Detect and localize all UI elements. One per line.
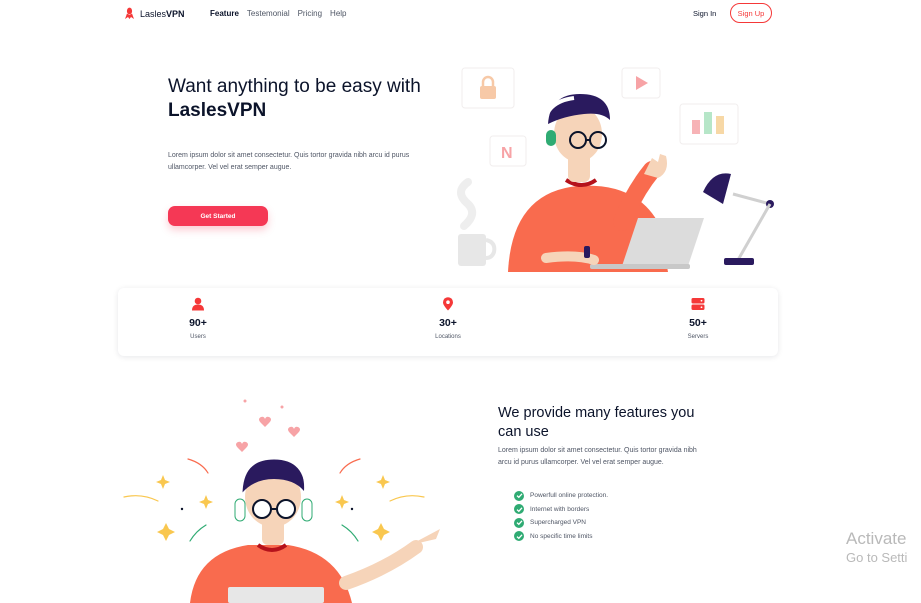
stat-locations: 30+ Locations [368,288,528,356]
get-started-button[interactable]: Get Started [168,206,268,226]
stat-servers: 50+ Servers [618,288,778,356]
stats-card: 90+ Users 30+ Locations 50+ Servers [118,288,778,356]
play-card-icon [621,67,661,99]
hero-illustration: N [457,67,774,272]
check-icon [514,517,524,528]
stat-servers-value: 50+ [689,317,707,329]
mug-icon [458,234,486,266]
activation-watermark: Activate Go to Setti [846,529,907,566]
nav-link-testemonial[interactable]: Testemonial [247,9,290,18]
feature-item-label: Powerfull online protection. [530,492,609,500]
watermark-line-1: Activate [846,529,907,548]
user-icon [192,297,204,311]
feature-item-label: Internet with borders [530,505,590,513]
netflix-card-icon: N [489,135,527,167]
laptop-icon [228,587,324,603]
feature-item-label: Supercharged VPN [530,519,587,527]
nav-link-help[interactable]: Help [330,9,346,18]
nav-link-pricing[interactable]: Pricing [298,9,322,18]
hero-title-brand: LaslesVPN [168,99,267,121]
chart-card-icon [679,103,739,145]
features-list: Powerfull online protection. Internet wi… [514,489,608,543]
stat-users-value: 90+ [189,317,207,329]
headphones-icon [546,130,556,146]
nav-link-feature[interactable]: Feature [210,9,239,18]
brand-logo[interactable]: LaslesVPN [124,7,185,20]
check-icon [514,490,524,501]
feature-item-label: No specific time limits [530,532,593,540]
server-icon [691,298,705,310]
features-title: We provide many features you can use [498,405,695,440]
features-description: Lorem ipsum dolor sit amet consectetur. … [498,447,697,466]
check-icon [514,504,524,515]
stat-users-label: Users [190,334,206,340]
main-menu: Feature Testemonial Pricing Help [210,9,347,18]
top-navbar: LaslesVPN Feature Testemonial Pricing He… [0,0,921,28]
brand-icon [125,7,134,19]
location-icon [443,297,453,311]
signup-button[interactable]: Sign Up [730,3,772,23]
feature-item: No specific time limits [514,530,608,544]
stat-locations-value: 30+ [439,317,457,329]
lock-card-icon [461,67,515,109]
hearts-decoration [236,399,300,452]
brand-name: LaslesVPN [140,8,185,19]
stat-users: 90+ Users [118,288,278,356]
feature-item: Supercharged VPN [514,516,608,530]
hero-description: Lorem ipsum dolor sit amet consectetur. … [168,152,410,171]
feature-item: Powerfull online protection. [514,489,608,503]
features-illustration [123,399,440,603]
signin-link[interactable]: Sign In [693,9,716,18]
check-icon [514,531,524,542]
stat-servers-label: Servers [687,334,709,340]
hero-title: Want anything to be easy with LaslesVPN [168,75,428,122]
stat-locations-label: Locations [435,334,461,340]
desk-lamp-icon [703,173,774,265]
feature-item: Internet with borders [514,503,608,517]
watermark-line-2: Go to Setti [846,550,908,565]
headphones-icon [234,498,246,522]
svg-text:N: N [501,145,513,162]
